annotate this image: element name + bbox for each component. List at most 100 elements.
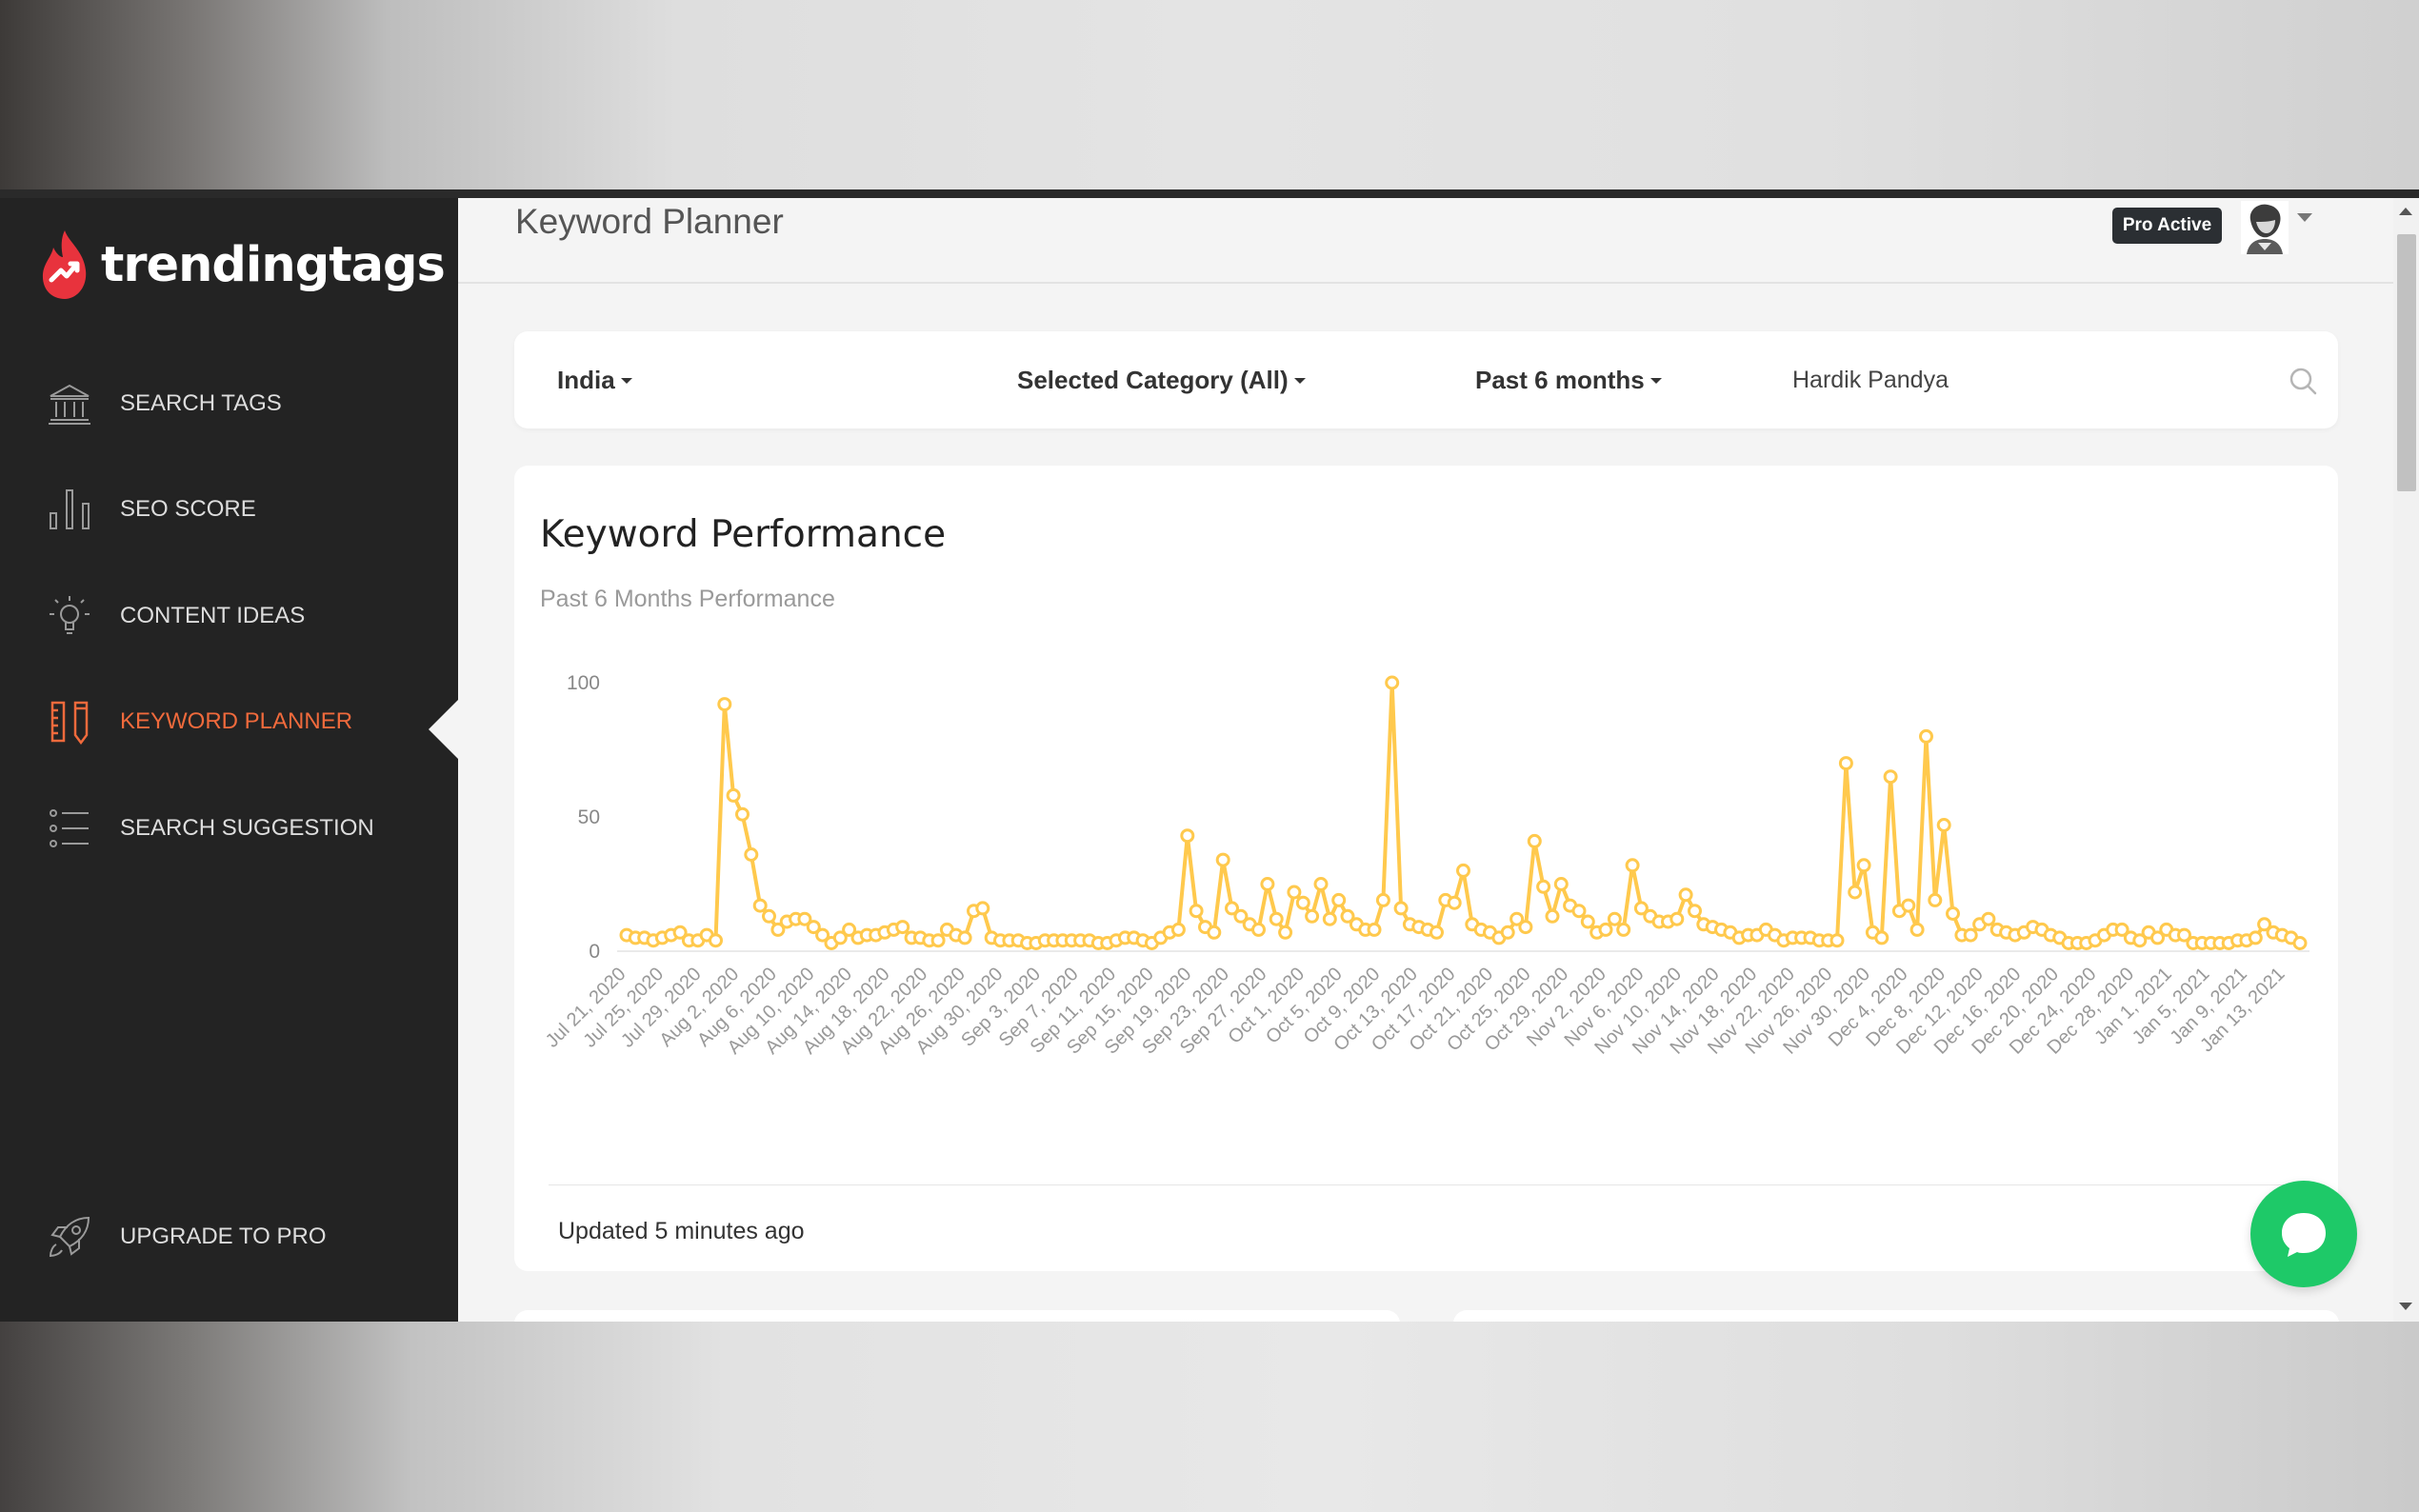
scrollbar-thumb[interactable] xyxy=(2397,234,2416,491)
data-point xyxy=(1215,852,1230,867)
sidebar-item-label: CONTENT IDEAS xyxy=(120,603,306,628)
card-footer-divider xyxy=(549,1184,2320,1185)
data-point xyxy=(1928,892,1943,907)
data-point xyxy=(762,908,776,924)
data-point xyxy=(1571,904,1587,919)
secondary-card-left xyxy=(514,1310,1400,1322)
y-tick-label: 0 xyxy=(589,941,600,963)
list-icon xyxy=(46,805,93,852)
country-dropdown[interactable]: India xyxy=(557,366,632,395)
screen-background-top xyxy=(0,0,2419,189)
data-point xyxy=(930,933,946,948)
sidebar-item-content-ideas[interactable]: CONTENT IDEAS xyxy=(46,583,305,649)
data-point xyxy=(1170,922,1186,937)
data-point xyxy=(1385,675,1400,690)
screen-background-bottom xyxy=(0,1322,2419,1512)
page-title: Keyword Planner xyxy=(515,202,784,241)
sidebar-item-keyword-planner[interactable]: KEYWORD PLANNER xyxy=(46,688,352,755)
data-point xyxy=(717,697,732,712)
category-dropdown-label: Selected Category (All) xyxy=(1017,366,1289,394)
data-point xyxy=(2248,930,2263,945)
data-point xyxy=(709,933,723,948)
data-point xyxy=(1429,925,1444,940)
data-point xyxy=(1393,901,1409,916)
data-point xyxy=(1331,892,1347,907)
updated-timestamp: Updated 5 minutes ago xyxy=(558,1218,805,1244)
data-point xyxy=(1313,877,1329,891)
brand-logo[interactable]: trendingtags xyxy=(40,227,446,303)
data-point xyxy=(1269,911,1284,926)
scroll-down-arrow-icon[interactable] xyxy=(2399,1303,2412,1310)
data-point xyxy=(1260,877,1275,891)
data-point xyxy=(752,898,768,913)
data-point xyxy=(1456,863,1470,878)
data-point xyxy=(1616,922,1631,937)
pro-status-badge: Pro Active xyxy=(2112,208,2222,244)
data-point xyxy=(975,901,990,916)
data-point xyxy=(1189,904,1204,919)
keyword-search-input[interactable] xyxy=(1790,354,2270,406)
sidebar: trendingtags SEARCH TAGS SEO SCORE CONTE… xyxy=(0,198,458,1322)
filter-bar: India Selected Category (All) Past 6 mon… xyxy=(514,331,2338,428)
avatar-dropdown-icon[interactable] xyxy=(2297,213,2312,222)
secondary-card-right xyxy=(1453,1310,2339,1322)
data-point xyxy=(1518,920,1533,935)
scroll-up-arrow-icon[interactable] xyxy=(2399,208,2412,215)
data-point xyxy=(1598,922,1613,937)
sidebar-item-search-tags[interactable]: SEARCH TAGS xyxy=(46,370,282,437)
data-point xyxy=(1207,925,1222,940)
sidebar-item-label: KEYWORD PLANNER xyxy=(120,708,353,734)
data-point xyxy=(1375,892,1390,907)
data-point xyxy=(1946,906,1960,921)
sidebar-item-search-suggestion[interactable]: SEARCH SUGGESTION xyxy=(46,795,374,862)
data-point xyxy=(1678,887,1693,903)
data-point xyxy=(1963,927,1978,943)
country-dropdown-label: India xyxy=(557,366,615,394)
data-point xyxy=(1625,858,1640,873)
y-tick-label: 100 xyxy=(567,672,600,694)
avatar[interactable] xyxy=(2241,201,2289,254)
chat-bubble-icon xyxy=(2282,1213,2326,1257)
period-dropdown-label: Past 6 months xyxy=(1475,366,1645,394)
period-dropdown[interactable]: Past 6 months xyxy=(1475,366,1662,395)
data-point xyxy=(1981,911,1996,926)
data-point xyxy=(1180,828,1195,844)
data-point xyxy=(1447,895,1462,910)
data-point xyxy=(1901,898,1916,913)
data-point xyxy=(1883,769,1898,785)
header-divider xyxy=(458,282,2393,284)
data-point xyxy=(1527,833,1542,848)
search-icon[interactable] xyxy=(2288,366,2318,396)
lightbulb-icon xyxy=(46,592,93,640)
data-point xyxy=(1909,922,1925,937)
data-point xyxy=(895,920,910,935)
brand-name: trendingtags xyxy=(101,236,446,293)
sidebar-item-label: SEARCH TAGS xyxy=(120,390,282,416)
series-line xyxy=(626,681,2302,945)
data-point xyxy=(2292,936,2308,950)
data-point xyxy=(1251,922,1266,937)
sidebar-item-label: SEO SCORE xyxy=(120,496,256,522)
sidebar-item-label: SEARCH SUGGESTION xyxy=(120,815,374,841)
data-point xyxy=(1829,933,1845,948)
rocket-icon xyxy=(46,1213,93,1261)
sidebar-item-seo-score[interactable]: SEO SCORE xyxy=(46,476,256,543)
sidebar-item-upgrade[interactable]: UPGRADE TO PRO xyxy=(46,1204,327,1270)
data-point xyxy=(1545,908,1560,924)
category-dropdown[interactable]: Selected Category (All) xyxy=(1017,366,1306,395)
chat-button[interactable] xyxy=(2250,1181,2357,1287)
data-point xyxy=(1856,858,1871,873)
data-point xyxy=(1553,877,1569,891)
bar-chart-icon xyxy=(46,486,93,533)
app-window: trendingtags SEARCH TAGS SEO SCORE CONTE… xyxy=(0,198,2419,1322)
data-point xyxy=(1936,818,1951,832)
data-point xyxy=(735,806,750,822)
data-point xyxy=(957,930,972,945)
window-top-border xyxy=(0,189,2419,198)
sidebar-item-label: UPGRADE TO PRO xyxy=(120,1224,327,1249)
data-point xyxy=(1848,885,1863,900)
flame-icon xyxy=(42,230,87,299)
data-point xyxy=(1295,895,1310,910)
data-point xyxy=(1278,925,1293,940)
data-point xyxy=(1607,911,1622,926)
